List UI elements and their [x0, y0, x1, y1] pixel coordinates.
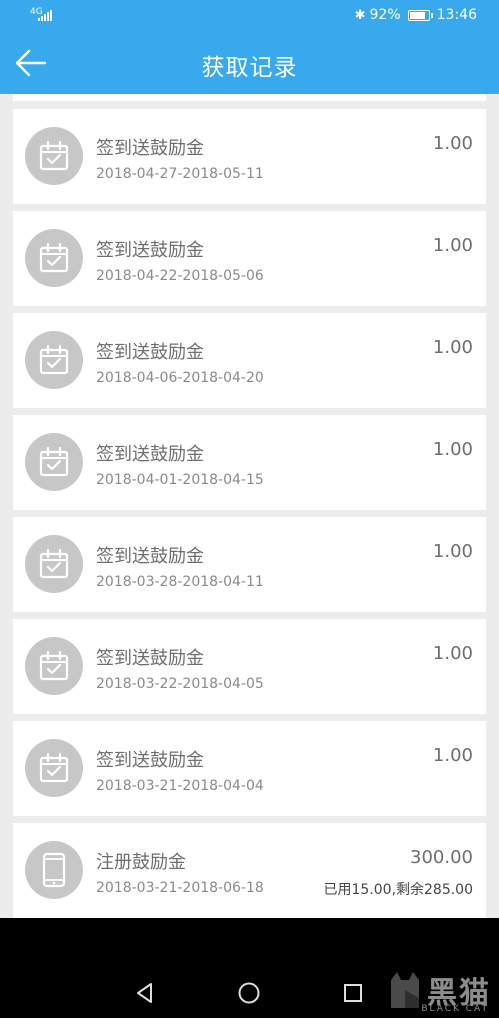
record-list[interactable]: 签到送鼓励金 2018-04-27-2018-05-11 1.00 签到送鼓励金 201… — [0, 94, 499, 918]
record-note: 已用15.00,剩余285.00 — [323, 882, 473, 898]
record-amount: 1.00 — [432, 643, 473, 664]
record-amount: 1.00 — [432, 235, 473, 256]
nav-recents-icon[interactable] — [338, 978, 368, 1008]
record-title: 签到送鼓励金 — [96, 342, 204, 363]
record-item[interactable]: 签到送鼓励金 2018-03-28-2018-04-11 1.00 — [13, 517, 486, 612]
nav-back-icon[interactable] — [130, 978, 160, 1008]
record-date: 2018-04-01-2018-04-15 — [96, 472, 264, 488]
record-title: 签到送鼓励金 — [96, 240, 204, 261]
record-title: 签到送鼓励金 — [96, 138, 204, 159]
record-item[interactable]: 签到送鼓励金 2018-03-22-2018-04-05 1.00 — [13, 619, 486, 714]
calendar-check-icon — [25, 127, 83, 185]
record-title: 注册鼓励金 — [96, 852, 186, 873]
calendar-check-icon — [25, 739, 83, 797]
page-title: 获取记录 — [201, 55, 298, 81]
record-date: 2018-03-21-2018-04-04 — [96, 778, 264, 794]
record-item[interactable]: 签到送鼓励金 2018-04-01-2018-04-15 1.00 — [13, 415, 486, 510]
signal-icon — [38, 10, 52, 21]
header-bar: 获取记录 — [0, 32, 499, 94]
watermark-subtext: BLACK CAT — [421, 1004, 489, 1014]
calendar-check-icon — [25, 229, 83, 287]
record-item[interactable]: 签到送鼓励金 2018-03-21-2018-04-04 1.00 — [13, 721, 486, 816]
nav-home-icon[interactable] — [234, 978, 264, 1008]
calendar-check-icon — [25, 637, 83, 695]
record-item[interactable]: 签到送鼓励金 2018-04-06-2018-04-20 1.00 — [13, 313, 486, 408]
record-amount: 1.00 — [432, 337, 473, 358]
record-date: 2018-04-06-2018-04-20 — [96, 370, 264, 386]
record-amount: 1.00 — [432, 541, 473, 562]
record-title: 签到送鼓励金 — [96, 648, 204, 669]
record-date: 2018-04-22-2018-05-06 — [96, 268, 264, 284]
clock: 13:46 — [436, 7, 477, 23]
calendar-check-icon — [25, 535, 83, 593]
record-date: 2018-03-28-2018-04-11 — [96, 574, 264, 590]
system-nav-bar: 黑猫 BLACK CAT — [0, 918, 499, 1018]
battery-icon — [407, 9, 433, 21]
record-title: 签到送鼓励金 — [96, 546, 204, 567]
calendar-check-icon — [25, 331, 83, 389]
calendar-check-icon — [25, 433, 83, 491]
record-item[interactable]: 注册鼓励金 2018-03-21-2018-06-18 300.00 已用15.00,… — [13, 823, 486, 918]
record-amount: 1.00 — [432, 439, 473, 460]
record-item[interactable]: 签到送鼓励金 2018-04-22-2018-05-06 1.00 — [13, 211, 486, 306]
record-item[interactable]: 签到送鼓励金 2018-04-27-2018-05-11 1.00 — [13, 109, 486, 204]
record-title: 签到送鼓励金 — [96, 750, 204, 771]
status-bar: 4G ✱ 92% 13:46 — [0, 0, 499, 32]
phone-icon — [25, 841, 83, 899]
battery-percent: 92% — [369, 7, 401, 23]
record-amount: 1.00 — [432, 745, 473, 766]
record-date: 2018-03-22-2018-04-05 — [96, 676, 264, 692]
record-date: 2018-04-27-2018-05-11 — [96, 166, 264, 182]
watermark-logo: 黑猫 BLACK CAT — [387, 968, 491, 1014]
list-item — [13, 94, 486, 101]
bluetooth-icon: ✱ — [354, 7, 366, 23]
record-amount: 1.00 — [432, 133, 473, 154]
record-amount: 300.00 — [410, 847, 473, 868]
record-date: 2018-03-21-2018-06-18 — [96, 880, 264, 896]
record-title: 签到送鼓励金 — [96, 444, 204, 465]
cat-head-icon — [391, 972, 419, 1008]
